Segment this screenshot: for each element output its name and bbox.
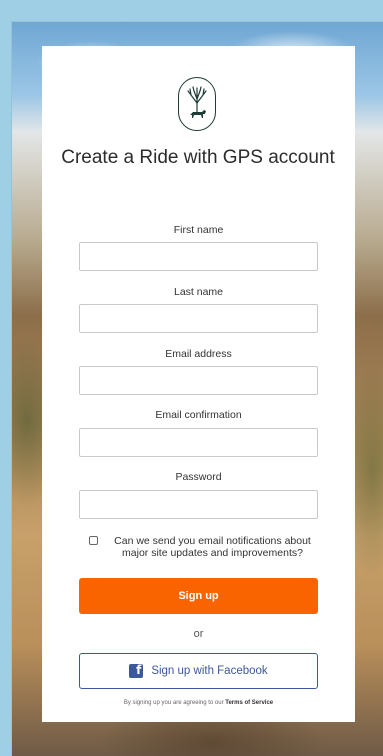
or-separator: or — [193, 628, 204, 640]
page-title: Create a Ride with GPS account — [61, 147, 335, 168]
email-confirmation-label: Email confirmation — [155, 409, 242, 421]
terms-notice: By signing up you are agreeing to our Te… — [79, 700, 318, 706]
notifications-checkbox-label[interactable]: Can we send you email notifications abou… — [105, 535, 320, 559]
last-name-label: Last name — [173, 286, 224, 298]
first-name-input[interactable] — [79, 242, 318, 271]
tree-horse-logo-icon — [178, 77, 216, 131]
facebook-signup-button[interactable]: f Sign up with Facebook — [79, 653, 318, 689]
facebook-signup-label: Sign up with Facebook — [151, 665, 268, 677]
notifications-checkbox[interactable] — [89, 536, 98, 545]
email-input[interactable] — [79, 366, 318, 395]
signup-button[interactable]: Sign up — [79, 578, 318, 614]
facebook-icon: f — [129, 663, 144, 678]
password-input[interactable] — [79, 490, 318, 519]
terms-prefix: By signing up you are agreeing to our — [123, 700, 224, 706]
email-label: Email address — [165, 348, 232, 360]
password-label: Password — [175, 471, 222, 483]
first-name-label: First name — [173, 224, 224, 236]
email-confirmation-input[interactable] — [79, 428, 318, 457]
terms-of-service-link[interactable]: Terms of Service — [225, 700, 273, 706]
last-name-input[interactable] — [79, 304, 318, 333]
